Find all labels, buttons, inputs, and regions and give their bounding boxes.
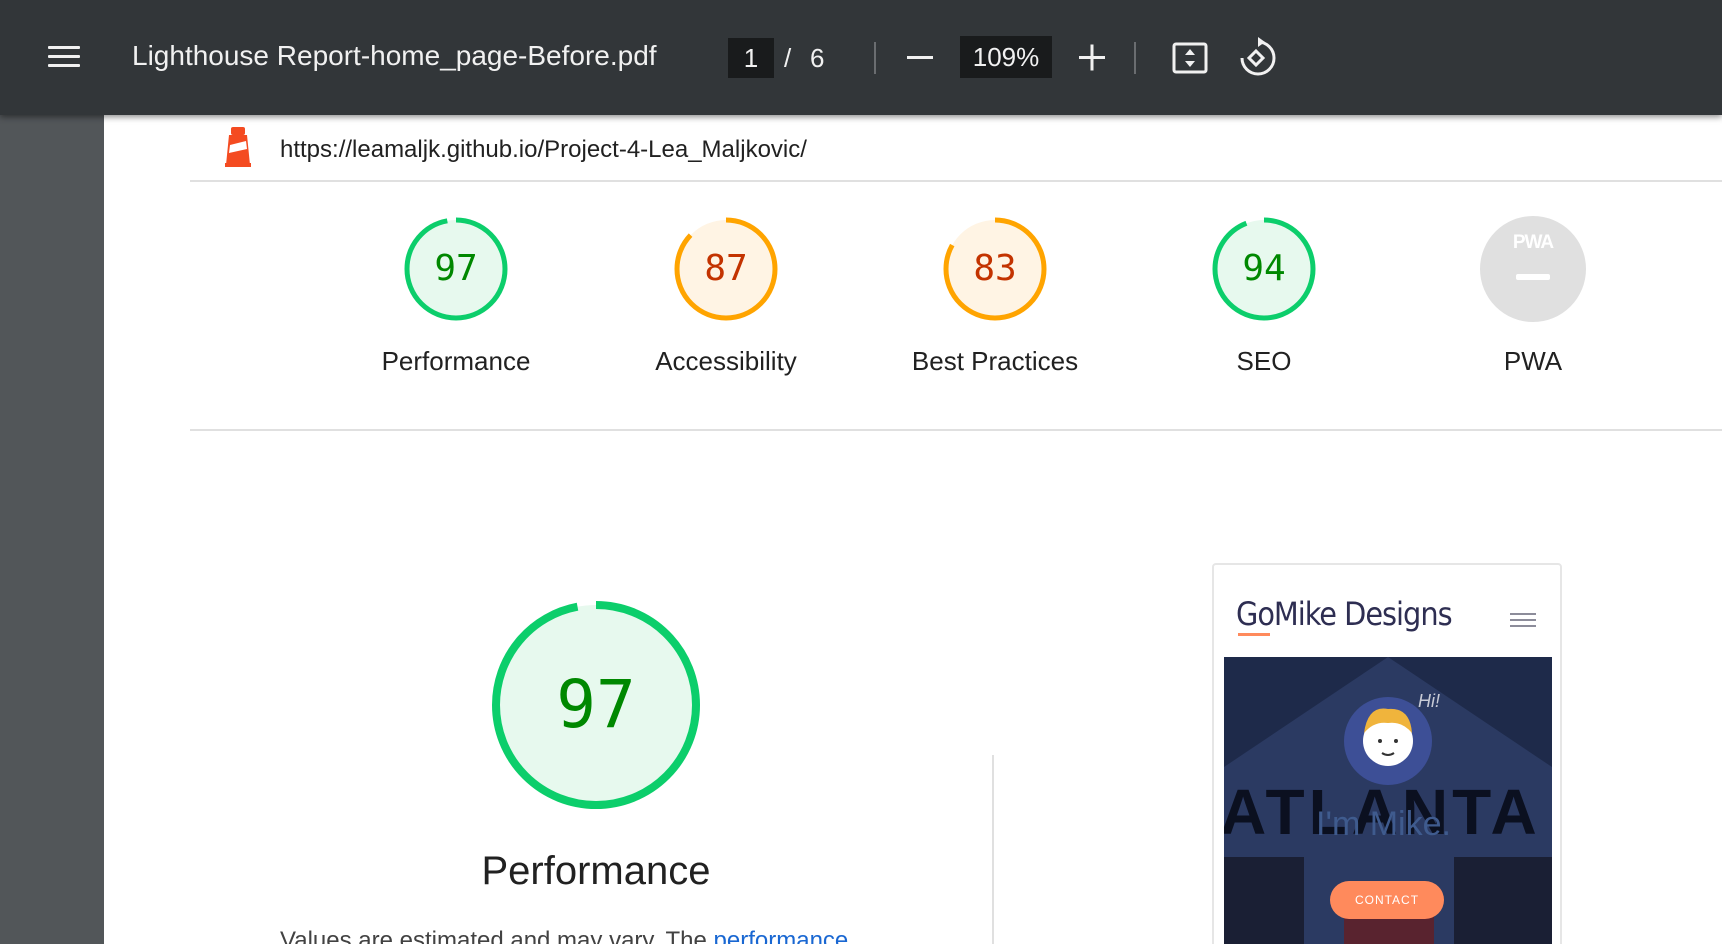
fit-page-icon [1172,42,1208,74]
gauge-score: 87 [704,248,748,289]
gauge-label: PWA [1503,346,1563,376]
divider [190,429,1722,431]
rotate-icon [1240,37,1276,76]
page-number-input[interactable]: 1 [728,38,774,78]
gauge-accessibility[interactable]: 87 Accessibility [626,216,826,396]
gauge-best-practices[interactable]: 83 Best Practices [895,216,1095,396]
performance-link[interactable]: performance [714,927,849,944]
gauge-label: Accessibility [655,346,797,376]
gauge-score: 97 [434,248,478,289]
zoom-level-input[interactable]: 109% [960,36,1052,78]
hero-image: ATLANTA Hi! I'm Mike. CONTACT [1224,657,1552,944]
hero-greeting: I'm Mike. [1316,805,1451,843]
report-url[interactable]: https://leamaljk.github.io/Project-4-Lea… [280,136,807,164]
gauge-performance[interactable]: 97 Performance [356,216,556,396]
toolbar-divider [874,42,876,74]
contact-button: CONTACT [1330,881,1444,919]
pwa-dash [1516,274,1550,280]
pwa-badge-text: PWA [1512,232,1554,253]
pdf-page[interactable]: https://leamaljk.github.io/Project-4-Lea… [104,115,1722,944]
description-text: Values are estimated and may vary. The [280,927,714,944]
performance-score-large: 97 [556,666,636,743]
page-separator: / [784,43,792,73]
lighthouse-icon [225,127,251,167]
zoom-out-icon [907,56,933,59]
divider [190,180,1722,182]
gauge-score: 83 [973,248,1017,289]
page-count: 6 [810,43,825,73]
performance-title: Performance [481,849,711,893]
performance-description: Values are estimated and may vary. The p… [280,927,900,944]
column-divider [992,755,994,944]
zoom-in-icon [1079,44,1105,71]
zoom-in-button[interactable] [1072,38,1112,78]
menu-icon[interactable] [44,42,82,72]
gauge-seo[interactable]: 94 SEO [1164,216,1364,396]
gauge-label: Best Practices [911,346,1079,376]
fit-page-button[interactable] [1168,36,1212,80]
viewer-background [0,115,104,944]
hero-hi-text: Hi! [1418,691,1440,711]
toolbar-divider [1134,42,1136,74]
pdf-toolbar: Lighthouse Report-home_page-Before.pdf 1… [0,0,1722,115]
document-title: Lighthouse Report-home_page-Before.pdf [132,40,657,71]
zoom-out-button[interactable] [900,38,940,78]
gauge-pwa[interactable]: PWA PWA [1433,216,1633,396]
rotate-button[interactable] [1234,36,1278,80]
brand-underline [1238,633,1270,636]
gauge-label: Performance [381,346,531,376]
site-brand: GoMike Designs [1236,595,1453,633]
gauge-score: 94 [1242,248,1286,289]
pwa-badge-icon: PWA [1480,216,1586,322]
page-screenshot: GoMike Designs ATLANTA Hi! I'm Mike. CON… [1212,563,1562,944]
hamburger-icon [1510,613,1536,629]
gauge-label: SEO [1236,346,1292,376]
